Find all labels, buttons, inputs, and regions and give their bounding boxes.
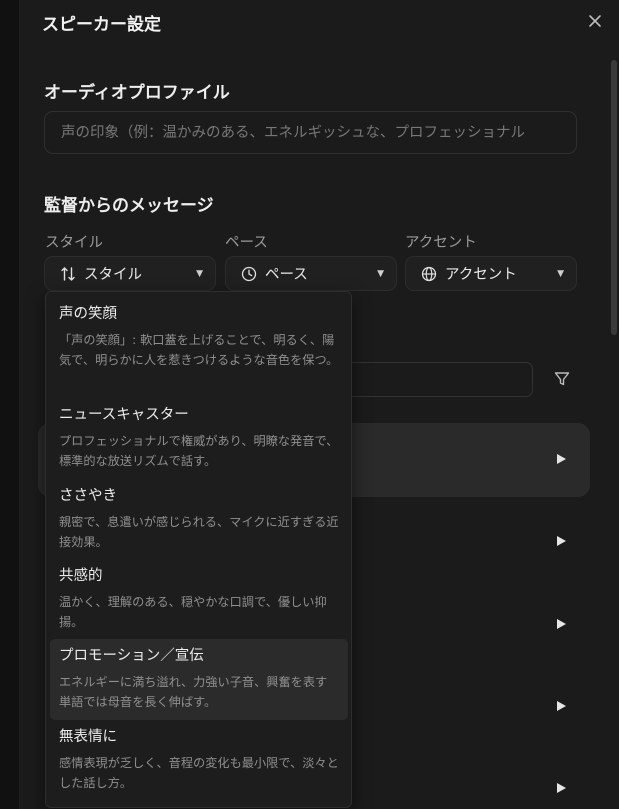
voice-search-input[interactable] bbox=[340, 362, 533, 397]
pace-select[interactable]: ペース ▼ bbox=[225, 256, 397, 291]
style-option-desc: 親密で、息遣いが感じられる、マイクに近すぎる近接効果。 bbox=[59, 515, 339, 549]
dialog-title: スピーカー設定 bbox=[42, 15, 161, 35]
play-icon[interactable] bbox=[555, 535, 567, 547]
style-option[interactable]: 無表情に 感情表現が乏しく、音程の変化も最小限で、淡々とした話し方。 bbox=[50, 728, 348, 798]
play-icon[interactable] bbox=[555, 782, 567, 794]
style-option-desc: プロフェッショナルで権威があり、明瞭な発音で、標準的な放送リズムで話す。 bbox=[59, 434, 339, 468]
style-option[interactable]: ニュースキャスター プロフェッショナルで権威があり、明瞭な発音で、標準的な放送リ… bbox=[50, 406, 348, 476]
filter-icon[interactable] bbox=[552, 369, 572, 389]
accent-select[interactable]: アクセント ▼ bbox=[405, 256, 577, 291]
accent-label: アクセント bbox=[405, 235, 477, 251]
style-dropdown-menu: 声の笑顔 「声の笑顔」: 軟口蓋を上げることで、明るく、陽気で、明らかに人を惹き… bbox=[45, 291, 352, 808]
play-icon[interactable] bbox=[555, 453, 567, 465]
style-option-desc: 感情表現が乏しく、音程の変化も最小限で、淡々とした話し方。 bbox=[59, 756, 339, 790]
style-option-name: 無表情に bbox=[59, 729, 117, 745]
style-option[interactable]: 声の笑顔 「声の笑顔」: 軟口蓋を上げることで、明るく、陽気で、明らかに人を惹き… bbox=[50, 305, 348, 395]
sliders-icon bbox=[59, 265, 77, 283]
close-icon bbox=[589, 15, 601, 27]
style-option-desc: エネルギーに満ち溢れ、力強い子音、興奮を表す単語では母音を長く伸ばす。 bbox=[59, 675, 328, 709]
style-option-name: 声の笑顔 bbox=[59, 306, 117, 322]
style-select[interactable]: スタイル ▼ bbox=[44, 256, 216, 291]
chevron-down-icon: ▼ bbox=[557, 268, 564, 279]
style-option-desc: 温かく、理解のある、穏やかな口調で、優しい抑揚。 bbox=[59, 595, 327, 629]
audio-profile-input[interactable] bbox=[44, 111, 577, 154]
left-rail bbox=[0, 0, 20, 809]
globe-icon bbox=[420, 265, 438, 283]
style-option-name: ニュースキャスター bbox=[59, 407, 189, 423]
style-select-value: スタイル bbox=[84, 267, 142, 283]
style-option-desc: 「声の笑顔」: 軟口蓋を上げることで、明るく、陽気で、明らかに人を惹きつけるよう… bbox=[59, 333, 339, 367]
play-icon[interactable] bbox=[555, 700, 567, 712]
play-icon[interactable] bbox=[555, 618, 567, 630]
style-label: スタイル bbox=[45, 235, 103, 251]
close-button[interactable] bbox=[585, 11, 605, 31]
chevron-down-icon: ▼ bbox=[377, 268, 384, 279]
accent-select-value: アクセント bbox=[445, 267, 517, 283]
scrollbar[interactable] bbox=[611, 60, 617, 335]
style-option[interactable]: ささやき 親密で、息遣いが感じられる、マイクに近すぎる近接効果。 bbox=[50, 487, 348, 557]
clock-icon bbox=[240, 265, 258, 283]
style-option-name: プロモーション／宣伝 bbox=[59, 648, 204, 664]
chevron-down-icon: ▼ bbox=[196, 268, 203, 279]
director-heading: 監督からのメッセージ bbox=[44, 196, 214, 216]
pace-label: ペース bbox=[225, 235, 268, 251]
style-option[interactable]: 共感的 温かく、理解のある、穏やかな口調で、優しい抑揚。 bbox=[50, 567, 348, 637]
audio-profile-heading: オーディオプロファイル bbox=[44, 83, 230, 103]
style-option-name: 共感的 bbox=[59, 568, 103, 584]
style-option-highlighted[interactable]: プロモーション／宣伝 エネルギーに満ち溢れ、力強い子音、興奮を表す単語では母音を… bbox=[50, 639, 348, 720]
pace-select-value: ペース bbox=[265, 267, 308, 283]
style-option-name: ささやき bbox=[59, 488, 117, 504]
